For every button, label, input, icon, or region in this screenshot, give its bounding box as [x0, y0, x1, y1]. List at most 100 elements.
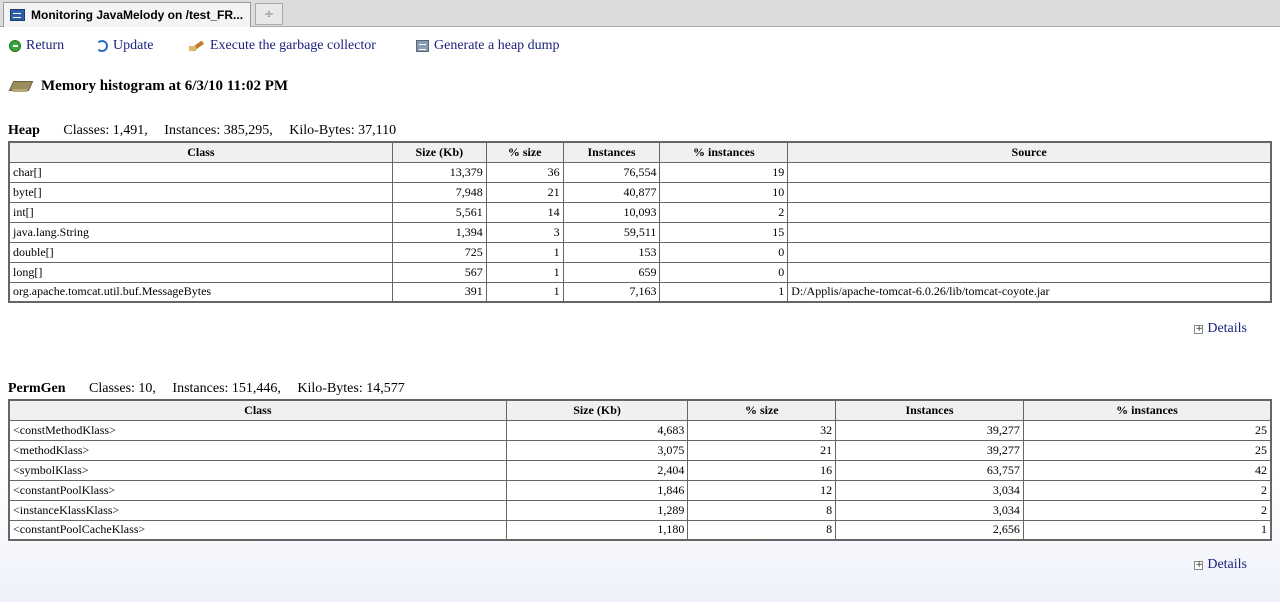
update-label: Update	[113, 38, 154, 53]
table-row: org.apache.tomcat.util.buf.MessageBytes 3…	[8, 281, 1272, 303]
table-cell	[787, 161, 1272, 183]
table-cell: 25	[1022, 419, 1272, 441]
table-cell: long[]	[8, 261, 393, 283]
column-header[interactable]: Class	[8, 141, 393, 163]
permgen-kilobytes: Kilo-Bytes: 14,577	[297, 381, 405, 396]
table-cell: 36	[485, 161, 564, 183]
table-cell: <methodKlass>	[8, 439, 507, 461]
column-header[interactable]: Size (Kb)	[391, 141, 487, 163]
table-cell: 1	[485, 261, 564, 283]
column-header[interactable]: Source	[787, 141, 1272, 163]
return-label: Return	[26, 38, 65, 53]
table-cell: 3,034	[835, 479, 1024, 501]
tab-bar: Monitoring JavaMelody on /test_FR... ÷	[0, 0, 1280, 27]
table-row: <symbolKlass> 2,404 16 63,757 42	[8, 459, 1272, 481]
heap-kilobytes: Kilo-Bytes: 37,110	[289, 123, 397, 138]
table-cell: 1	[485, 281, 564, 303]
table-cell: 3,075	[505, 439, 689, 461]
heapdump-link[interactable]: Generate a heap dump	[416, 38, 560, 54]
column-header[interactable]: Class	[8, 399, 507, 421]
return-icon	[9, 40, 21, 52]
broom-icon	[189, 40, 205, 52]
permgen-summary: PermGen Classes: 10, Instances: 151,446,…	[8, 381, 411, 397]
table-cell: 1	[1022, 519, 1272, 541]
tab-title: Monitoring JavaMelody on /test_FR...	[31, 8, 244, 22]
heap-instances: Instances: 385,295,	[164, 123, 273, 138]
table-cell: 1,289	[505, 499, 689, 521]
table-cell: D:/Applis/apache-tomcat-6.0.26/lib/tomca…	[787, 281, 1272, 303]
gc-link[interactable]: Execute the garbage collector	[189, 38, 376, 54]
table-cell: 391	[391, 281, 487, 303]
javamelody-favicon-icon	[10, 9, 25, 21]
update-link[interactable]: Update	[96, 38, 153, 54]
table-cell: 1,180	[505, 519, 689, 541]
table-cell: 15	[659, 221, 789, 243]
table-cell: 13,379	[391, 161, 487, 183]
table-cell: 4,683	[505, 419, 689, 441]
heap-details-toggle[interactable]: + Details	[1194, 321, 1247, 337]
column-header[interactable]: % size	[687, 399, 837, 421]
table-cell: 14	[485, 201, 564, 223]
heap-classes: Classes: 1,491,	[63, 123, 148, 138]
permgen-details-label: Details	[1207, 557, 1247, 572]
heapdump-label: Generate a heap dump	[434, 38, 560, 53]
permgen-details-toggle[interactable]: + Details	[1194, 557, 1247, 573]
permgen-instances: Instances: 151,446,	[172, 381, 281, 396]
column-header[interactable]: Size (Kb)	[505, 399, 689, 421]
column-header[interactable]: Instances	[835, 399, 1024, 421]
table-cell	[787, 221, 1272, 243]
table-cell: 3	[485, 221, 564, 243]
table-cell: 0	[659, 241, 789, 263]
heap-table: Class Size (Kb)% size Instances% instances…	[8, 141, 1272, 303]
table-cell: 2,404	[505, 459, 689, 481]
table-cell	[787, 241, 1272, 263]
table-cell: <constantPoolKlass>	[8, 479, 507, 501]
table-cell: 1	[485, 241, 564, 263]
table-cell: 2,656	[835, 519, 1024, 541]
table-cell: 0	[659, 261, 789, 283]
column-header[interactable]: % instances	[659, 141, 789, 163]
table-cell	[787, 201, 1272, 223]
permgen-heading: PermGen	[8, 381, 66, 396]
column-header[interactable]: Instances	[562, 141, 661, 163]
table-cell: 7,163	[562, 281, 661, 303]
column-header[interactable]: % size	[485, 141, 564, 163]
table-cell: 25	[1022, 439, 1272, 461]
heap-heading: Heap	[8, 123, 40, 138]
table-cell: 21	[485, 181, 564, 203]
heap-summary: Heap Classes: 1,491, Instances: 385,295,…	[8, 123, 402, 139]
table-cell: 3,034	[835, 499, 1024, 521]
expand-plus-icon: +	[1194, 559, 1204, 570]
permgen-table: Class Size (Kb)% size Instances% instances…	[8, 399, 1272, 541]
table-row: double[] 725 1 153 0	[8, 241, 1272, 263]
table-cell: 1,394	[391, 221, 487, 243]
table-row: long[] 567 1 659 0	[8, 261, 1272, 283]
table-cell: 63,757	[835, 459, 1024, 481]
heap-dump-icon	[416, 40, 429, 52]
refresh-icon	[96, 40, 108, 52]
table-cell: 5,561	[391, 201, 487, 223]
table-cell: 42	[1022, 459, 1272, 481]
table-cell: 659	[562, 261, 661, 283]
column-header[interactable]: % instances	[1022, 399, 1272, 421]
table-cell: 10	[659, 181, 789, 203]
table-cell: double[]	[8, 241, 393, 263]
return-link[interactable]: Return	[9, 38, 64, 54]
table-cell: 7,948	[391, 181, 487, 203]
table-cell: 2	[1022, 479, 1272, 501]
new-tab-button[interactable]: ÷	[255, 3, 283, 25]
table-cell: 39,277	[835, 419, 1024, 441]
table-row: <constantPoolKlass> 1,846 12 3,034 2	[8, 479, 1272, 501]
browser-tab[interactable]: Monitoring JavaMelody on /test_FR...	[3, 2, 251, 27]
page-title: Memory histogram at 6/3/10 11:02 PM	[41, 77, 289, 94]
table-cell: 19	[659, 161, 789, 183]
table-cell: 40,877	[562, 181, 661, 203]
table-cell: char[]	[8, 161, 393, 183]
table-cell: 2	[659, 201, 789, 223]
permgen-classes: Classes: 10,	[89, 381, 156, 396]
table-cell: int[]	[8, 201, 393, 223]
table-row: <constMethodKlass> 4,683 32 39,277 25	[8, 419, 1272, 441]
heap-details-label: Details	[1207, 321, 1247, 336]
table-row: java.lang.String 1,394 3 59,511 15	[8, 221, 1272, 243]
table-cell: 153	[562, 241, 661, 263]
